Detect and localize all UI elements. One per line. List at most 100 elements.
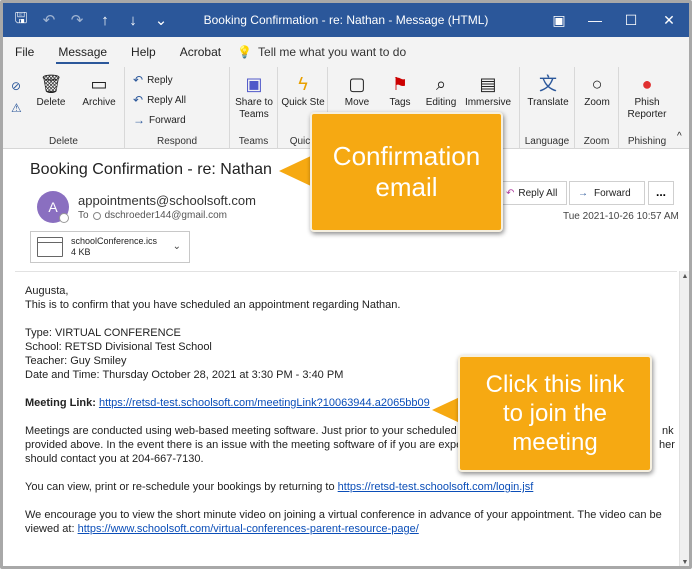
message-date: Tue 2021-10-26 10:57 AM bbox=[563, 211, 679, 222]
zoom-label: Zoom bbox=[584, 97, 610, 108]
tab-file[interactable]: File bbox=[3, 37, 46, 67]
reply-all-button[interactable]: ↶ Reply All bbox=[499, 181, 567, 205]
tab-acrobat[interactable]: Acrobat bbox=[168, 37, 233, 67]
sender-address[interactable]: appointments@schoolsoft.com bbox=[78, 193, 256, 208]
move-label: Move bbox=[344, 97, 370, 108]
reply-button[interactable]: ↶ Reply bbox=[133, 73, 173, 87]
share-to-teams-label: Share to Teams bbox=[235, 97, 273, 120]
phish-reporter-button[interactable]: ● Phish Reporter bbox=[623, 73, 671, 121]
reply-all-label: Reply All bbox=[518, 187, 558, 199]
delete-label: Delete bbox=[36, 97, 66, 108]
video-link[interactable]: https://www.schoolsoft.com/virtual-confe… bbox=[78, 523, 419, 535]
move-button[interactable]: ▢ Move bbox=[339, 73, 375, 109]
body-teacher: Teacher: Guy Smiley bbox=[25, 355, 127, 367]
callout-join-meeting: Click this link to join the meeting bbox=[458, 355, 652, 472]
junk-button[interactable]: ⚠ bbox=[11, 101, 22, 115]
body-para1-a: Meetings are conducted using web-based m… bbox=[25, 425, 469, 437]
redo-icon[interactable]: ↷ bbox=[69, 11, 85, 29]
tell-me-text: Tell me what you want to do bbox=[258, 45, 407, 59]
group-phishing: ● Phish Reporter Phishing bbox=[619, 67, 675, 149]
reply-all-ribbon-button[interactable]: ↶ Reply All bbox=[133, 93, 186, 107]
phish-reporter-label: Phish Reporter bbox=[627, 97, 667, 120]
translate-label: Translate bbox=[527, 97, 569, 108]
login-link[interactable]: https://retsd-test.schoolsoft.com/login.… bbox=[338, 481, 534, 493]
ribbon-tabs: File Message Help Acrobat 💡 Tell me what… bbox=[3, 37, 689, 67]
callout-confirmation-email: Confirmation email bbox=[310, 112, 503, 232]
quick-access-toolbar: 🖫 ↶ ↷ ↑ ↓ ⌄ bbox=[3, 8, 203, 33]
group-delete: ⊘ ⚠ 🗑 Delete ▭ Archive Delete bbox=[3, 67, 125, 149]
next-item-icon[interactable]: ↓ bbox=[125, 12, 141, 29]
forward-button[interactable]: → Forward bbox=[569, 181, 645, 205]
collapse-ribbon-icon[interactable]: ^ bbox=[677, 131, 682, 142]
reply-label: Reply bbox=[147, 74, 173, 86]
reply-icon: ↶ bbox=[133, 73, 144, 87]
group-language: 文 Translate Language bbox=[519, 67, 575, 149]
quick-steps-button[interactable]: ϟ Quick Ste bbox=[280, 73, 326, 109]
title-bar: 🖫 ↶ ↷ ↑ ↓ ⌄ Booking Confirmation - re: N… bbox=[3, 3, 689, 37]
chevron-down-icon[interactable]: ⌄ bbox=[173, 241, 181, 252]
translate-icon: 文 bbox=[539, 74, 557, 94]
tags-label: Tags bbox=[389, 97, 411, 108]
ignore-icon: ⊘ bbox=[11, 79, 22, 93]
previous-item-icon[interactable]: ↑ bbox=[97, 12, 113, 29]
more-actions-button[interactable]: ... bbox=[648, 181, 674, 205]
message-subject: Booking Confirmation - re: Nathan bbox=[30, 161, 272, 178]
tell-me-search[interactable]: 💡 Tell me what you want to do bbox=[237, 45, 406, 59]
zoom-button[interactable]: ○ Zoom bbox=[579, 73, 615, 109]
reply-all-ribbon-label: Reply All bbox=[147, 94, 186, 106]
save-icon[interactable]: 🖫 bbox=[13, 8, 29, 33]
tags-button[interactable]: ⚑ Tags bbox=[383, 73, 417, 109]
phish-hook-icon: ● bbox=[641, 74, 653, 94]
delete-button[interactable]: 🗑 Delete bbox=[33, 73, 69, 109]
trash-icon: 🗑 bbox=[39, 74, 63, 94]
presence-status-icon bbox=[59, 213, 69, 223]
maximize-button[interactable]: ☐ bbox=[613, 3, 649, 37]
attachment-name: schoolConference.ics bbox=[71, 236, 158, 246]
window-controls: ▣ — ☐ ✕ bbox=[541, 3, 689, 37]
ignore-button[interactable]: ⊘ bbox=[11, 79, 21, 93]
archive-button[interactable]: ▭ Archive bbox=[79, 73, 119, 109]
customize-toolbar-icon[interactable]: ⌄ bbox=[153, 11, 169, 29]
immersive-label: Immersive bbox=[464, 97, 512, 108]
close-button[interactable]: ✕ bbox=[649, 3, 689, 37]
editing-button[interactable]: ⌕ Editing bbox=[421, 73, 461, 109]
immersive-reader-button[interactable]: ▤ Immersive bbox=[461, 73, 515, 109]
attachment-meta: schoolConference.ics 4 KB bbox=[71, 236, 157, 258]
body-view-text: You can view, print or re-schedule your … bbox=[25, 481, 335, 493]
share-to-teams-button[interactable]: ▣ Share to Teams bbox=[232, 73, 276, 121]
tab-message[interactable]: Message bbox=[46, 37, 119, 67]
calendar-icon bbox=[37, 237, 63, 257]
undo-icon[interactable]: ↶ bbox=[41, 11, 57, 29]
archive-icon: ▭ bbox=[90, 74, 108, 94]
group-label-teams: Teams bbox=[238, 136, 269, 147]
minimize-button[interactable]: — bbox=[577, 3, 613, 37]
body-para1-c: provided above. In the event there is an… bbox=[25, 439, 471, 451]
forward-ribbon-button[interactable]: → Forward bbox=[133, 113, 186, 127]
body-type: Type: VIRTUAL CONFERENCE bbox=[25, 327, 181, 339]
attachment-card[interactable]: schoolConference.ics 4 KB ⌄ bbox=[30, 231, 190, 263]
forward-icon: → bbox=[578, 187, 588, 199]
scroll-down-icon[interactable]: ▼ bbox=[680, 557, 689, 566]
immersive-reader-icon: ▤ bbox=[479, 74, 497, 94]
translate-button[interactable]: 文 Translate bbox=[524, 73, 572, 109]
archive-label: Archive bbox=[82, 97, 116, 108]
quick-steps-label: Quick Ste bbox=[281, 97, 325, 108]
meeting-link-label: Meeting Link: bbox=[25, 397, 96, 409]
group-label-language: Language bbox=[524, 136, 570, 147]
reply-all-icon: ↶ bbox=[506, 187, 515, 199]
body-school: School: RETSD Divisional Test School bbox=[25, 341, 212, 353]
move-icon: ▢ bbox=[348, 74, 366, 94]
group-label-zoom: Zoom bbox=[583, 136, 610, 147]
scroll-up-icon[interactable]: ▲ bbox=[680, 271, 689, 283]
tab-help[interactable]: Help bbox=[119, 37, 168, 67]
recipient-address[interactable]: dschroeder144@gmail.com bbox=[105, 210, 227, 221]
teams-icon: ▣ bbox=[245, 74, 263, 94]
body-greeting: Augusta, bbox=[25, 285, 69, 297]
vertical-scrollbar[interactable]: ▲ ▼ bbox=[679, 271, 689, 566]
meeting-link[interactable]: https://retsd-test.schoolsoft.com/meetin… bbox=[99, 397, 430, 409]
forward-arrow-icon: → bbox=[133, 113, 145, 127]
group-zoom: ○ Zoom Zoom bbox=[575, 67, 619, 149]
callout-confirmation-text: Confirmation email bbox=[332, 141, 481, 202]
body-para1-b: nk bbox=[662, 425, 674, 437]
ribbon-display-options-icon[interactable]: ▣ bbox=[541, 3, 577, 37]
